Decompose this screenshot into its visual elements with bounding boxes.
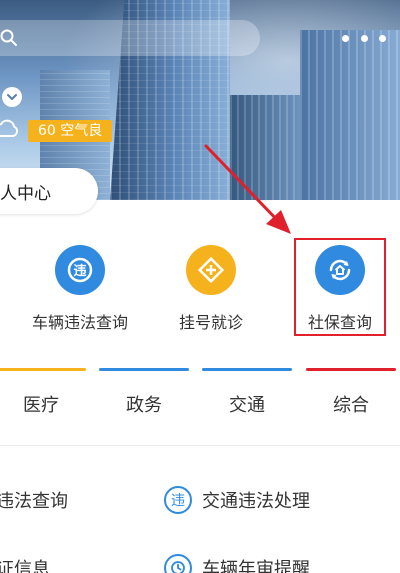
air-quality-badge: 60 空气良 [28, 120, 113, 142]
more-menu-button[interactable] [342, 28, 386, 48]
highlight-box [294, 238, 386, 336]
service-label: 车辆违法查询 [31, 313, 128, 332]
list-item-label: 车辆年审提醒 [202, 559, 310, 573]
chevron-down-icon [7, 94, 17, 100]
service-hospital-registration[interactable]: 挂号就诊 [141, 245, 281, 340]
tab-medical[interactable]: 医疗 [0, 368, 92, 440]
medical-cross-icon [186, 245, 236, 295]
personal-center-button[interactable]: 人中心 [0, 168, 98, 214]
cloud-weather-icon [0, 119, 19, 137]
building-image [300, 30, 400, 200]
tab-indicator [306, 368, 396, 371]
more-dot-icon [360, 34, 368, 42]
list-item-label: 证信息 [0, 559, 50, 573]
location-dropdown-button[interactable] [2, 87, 22, 107]
service-vehicle-violation-query[interactable]: 违 车辆违法查询 [10, 245, 150, 340]
list-item-label: 违法查询 [0, 491, 68, 512]
tab-government[interactable]: 政务 [93, 368, 195, 440]
tab-indicator [99, 368, 189, 371]
tab-label: 医疗 [23, 395, 59, 416]
list-item-traffic-violation-handling[interactable]: 违 交通违法处理 [164, 484, 310, 516]
svg-text:违: 违 [73, 263, 86, 279]
tab-indicator [0, 368, 86, 371]
list-item-annual-inspection-reminder[interactable]: 车辆年审提醒 [164, 552, 310, 573]
clock-icon [164, 554, 192, 573]
more-dot-icon [342, 34, 349, 42]
building-image [230, 95, 300, 200]
list-item-license-info[interactable]: 证信息 [0, 552, 50, 573]
violation-badge-icon: 违 [55, 245, 105, 295]
tab-traffic[interactable]: 交通 [196, 368, 298, 440]
category-tabs: 医疗 政务 交通 综合 [0, 368, 400, 440]
more-dot-icon [379, 34, 386, 42]
search-icon [0, 29, 17, 46]
search-bar[interactable] [0, 20, 260, 56]
personal-center-label: 人中心 [0, 183, 51, 204]
tab-general[interactable]: 综合 [300, 368, 400, 440]
violation-badge-icon: 违 [164, 486, 192, 514]
tab-label: 政务 [126, 395, 162, 416]
tab-indicator [202, 368, 292, 371]
service-label: 挂号就诊 [178, 313, 243, 332]
tab-label: 综合 [333, 395, 369, 416]
tab-label: 交通 [229, 395, 265, 416]
list-item-violation-query[interactable]: 违法查询 [0, 484, 68, 516]
divider [0, 445, 400, 446]
list-item-label: 交通违法处理 [202, 491, 310, 512]
